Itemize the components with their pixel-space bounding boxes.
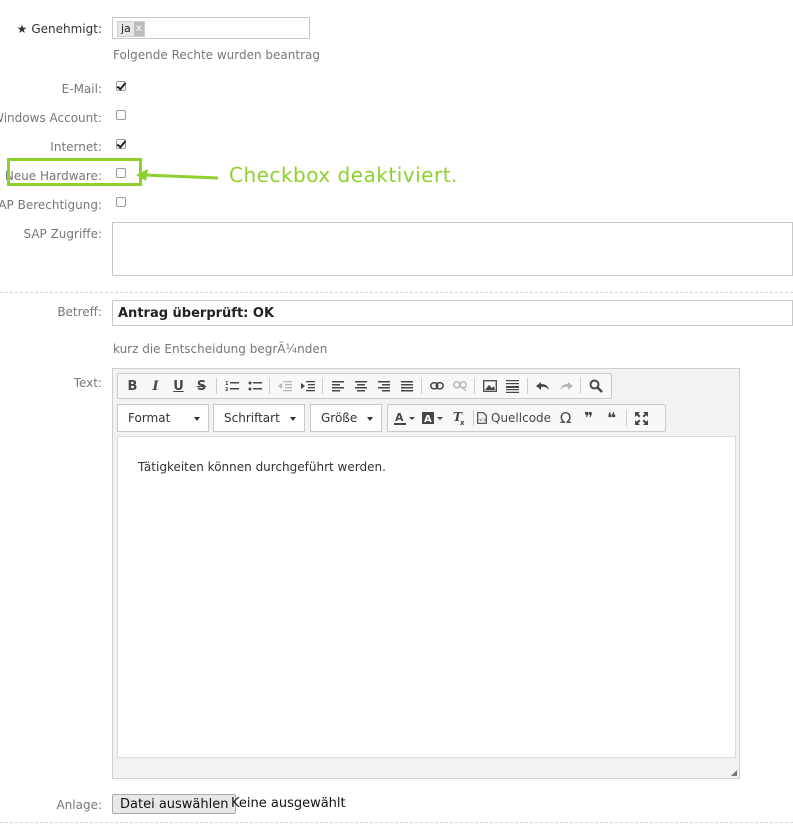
rights-hint: Folgende Rechte wurden beantrag bbox=[113, 48, 320, 62]
chevron-down-icon bbox=[194, 417, 200, 421]
toolbar-separator bbox=[626, 410, 628, 426]
italic-icon[interactable]: I bbox=[144, 376, 167, 396]
choose-file-button[interactable]: Datei auswählen bbox=[112, 794, 237, 814]
numbered-list-icon[interactable]: 12 bbox=[220, 376, 243, 396]
svg-text:A: A bbox=[424, 414, 432, 425]
outdent-icon[interactable] bbox=[273, 376, 296, 396]
size-dropdown[interactable]: Größe bbox=[310, 404, 382, 432]
betreff-label: Betreff: bbox=[57, 305, 102, 319]
text-color-icon[interactable]: A bbox=[391, 408, 419, 428]
right-label-email: E-Mail: bbox=[61, 82, 102, 96]
svg-text:<>: <> bbox=[479, 418, 487, 424]
bulleted-list-icon[interactable] bbox=[243, 376, 266, 396]
svg-text:x: x bbox=[460, 419, 465, 425]
checkbox-sap-berechtigung[interactable] bbox=[116, 197, 126, 207]
align-left-icon[interactable] bbox=[326, 376, 349, 396]
tag-remove-icon[interactable]: x bbox=[133, 22, 144, 36]
text-label: Text: bbox=[73, 376, 102, 390]
underline-icon[interactable]: U bbox=[167, 376, 190, 396]
right-label-internet: Internet: bbox=[50, 140, 102, 154]
betreff-input[interactable]: Antrag überprüft: OK bbox=[112, 300, 793, 326]
section-divider bbox=[0, 292, 793, 293]
svg-text:2: 2 bbox=[225, 387, 229, 392]
toolbar-separator bbox=[474, 378, 475, 394]
right-label-sap-berechtigung: SAP Berechtigung: bbox=[0, 198, 102, 212]
horizontal-line-icon[interactable] bbox=[501, 376, 524, 396]
resize-handle-icon[interactable] bbox=[731, 770, 737, 776]
format-dropdown-label: Format bbox=[128, 411, 171, 425]
rich-text-editor: B I U S 12 Format Schriftart Größe A A T… bbox=[112, 368, 740, 779]
special-char-icon[interactable]: Ω bbox=[554, 408, 577, 428]
editor-content-text: Tätigkeiten können durchgeführt werden. bbox=[138, 460, 386, 474]
sap-zugriffe-textarea[interactable] bbox=[112, 222, 793, 276]
toolbar-separator bbox=[473, 410, 474, 426]
required-star-icon: ★ bbox=[16, 22, 28, 36]
right-label-windows-account: Windows Account: bbox=[0, 111, 102, 125]
background-color-icon[interactable]: A bbox=[419, 408, 447, 428]
sap-zugriffe-label: SAP Zugriffe: bbox=[23, 227, 102, 241]
image-icon[interactable] bbox=[478, 376, 501, 396]
blockquote-icon[interactable]: ❞ bbox=[577, 408, 600, 428]
toolbar-separator bbox=[580, 378, 581, 394]
redo-icon[interactable] bbox=[554, 376, 577, 396]
source-code-button[interactable]: <> Quellcode bbox=[477, 408, 554, 428]
genehmigt-label-text: Genehmigt: bbox=[31, 22, 102, 36]
bold-icon[interactable]: B bbox=[121, 376, 144, 396]
source-code-label: Quellcode bbox=[491, 411, 552, 425]
strikethrough-icon[interactable]: S bbox=[190, 376, 213, 396]
highlight-box bbox=[7, 158, 142, 186]
genehmigt-input[interactable]: ja x bbox=[112, 17, 310, 39]
checkbox-internet[interactable] bbox=[116, 139, 126, 149]
section-divider bbox=[0, 822, 793, 823]
chevron-down-icon bbox=[367, 417, 373, 421]
editor-content[interactable]: Tätigkeiten können durchgeführt werden. bbox=[117, 436, 736, 758]
maximize-icon[interactable] bbox=[630, 408, 653, 428]
font-dropdown-label: Schriftart bbox=[224, 411, 280, 425]
checkbox-email[interactable] bbox=[116, 81, 126, 91]
align-right-icon[interactable] bbox=[372, 376, 395, 396]
tag-chip: ja x bbox=[117, 21, 145, 37]
remove-blockquote-icon[interactable]: ❝ bbox=[600, 408, 623, 428]
toolbar-separator bbox=[527, 378, 528, 394]
checkbox-windows-account[interactable] bbox=[116, 110, 126, 120]
toolbar-separator bbox=[421, 378, 422, 394]
toolbar-separator bbox=[322, 378, 323, 394]
font-dropdown[interactable]: Schriftart bbox=[213, 404, 305, 432]
justify-icon[interactable] bbox=[395, 376, 418, 396]
source-code-icon: <> bbox=[477, 412, 487, 424]
toolbar-separator bbox=[216, 378, 217, 394]
svg-text:A: A bbox=[395, 411, 404, 424]
align-center-icon[interactable] bbox=[349, 376, 372, 396]
remove-format-icon[interactable]: Tx bbox=[447, 408, 470, 428]
toolbar-row-2: A A Tx <> Quellcode Ω ❞ ❝ bbox=[387, 404, 666, 432]
annotation-arrow-icon bbox=[136, 169, 219, 181]
betreff-hint: kurz die Entscheidung begrÃ¼nden bbox=[113, 342, 328, 356]
format-dropdown[interactable]: Format bbox=[117, 404, 209, 432]
file-status: Keine ausgewählt bbox=[231, 796, 346, 811]
tag-chip-label: ja bbox=[121, 22, 131, 35]
toolbar-row-1: B I U S 12 bbox=[117, 373, 612, 399]
unlink-icon[interactable] bbox=[448, 376, 471, 396]
genehmigt-label: ★ Genehmigt: bbox=[17, 22, 102, 36]
annotation-text: Checkbox deaktiviert. bbox=[229, 163, 458, 187]
betreff-value: Antrag überprüft: OK bbox=[118, 306, 275, 321]
undo-icon[interactable] bbox=[531, 376, 554, 396]
indent-icon[interactable] bbox=[296, 376, 319, 396]
toolbar-separator bbox=[269, 378, 270, 394]
link-icon[interactable] bbox=[425, 376, 448, 396]
anlage-label: Anlage: bbox=[56, 798, 102, 812]
chevron-down-icon bbox=[290, 417, 296, 421]
find-icon[interactable] bbox=[584, 376, 607, 396]
size-dropdown-label: Größe bbox=[321, 411, 358, 425]
